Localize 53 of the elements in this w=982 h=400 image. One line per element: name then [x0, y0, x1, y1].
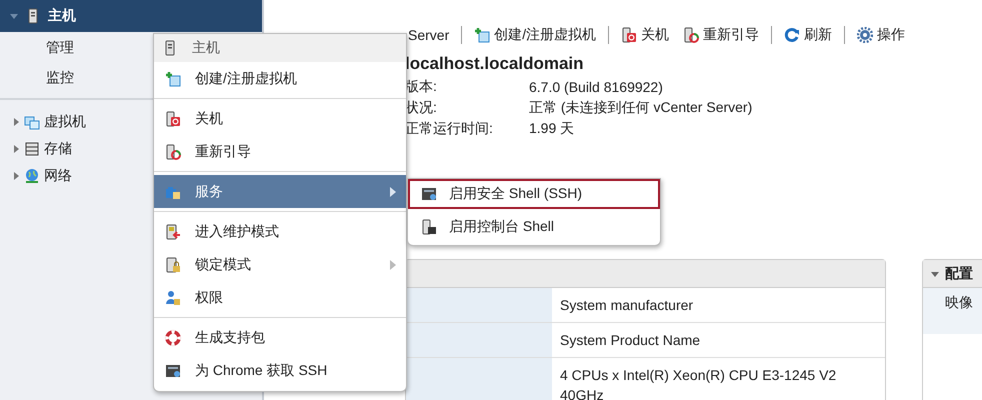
vmadd-icon	[474, 27, 490, 43]
lock-icon	[165, 256, 181, 272]
lifebuoy-icon	[165, 330, 181, 346]
toolbar-button[interactable]: Server	[408, 27, 450, 43]
menu-item[interactable]: 为 Chrome 获取 SSH	[154, 354, 406, 387]
menu-item[interactable]: 启用控制台 Shell	[408, 212, 660, 242]
property-value: 1.99 天	[529, 120, 574, 138]
panel-header[interactable]: 配置	[923, 260, 982, 288]
collapse-arrow-icon[interactable]	[10, 12, 18, 20]
table-cell-text: 4 CPUs x Intel(R) Xeon(R) CPU E3-1245 V2 40GHz	[559, 366, 838, 400]
expand-arrow-icon[interactable]	[12, 144, 20, 152]
expand-arrow-icon[interactable]	[12, 172, 20, 180]
submenu-arrow-icon	[390, 186, 396, 196]
sidebar-item[interactable]: 主机	[0, 0, 262, 32]
toolbar-button[interactable]: 关机	[621, 26, 670, 44]
expand-arrow-icon[interactable]	[12, 118, 20, 126]
menu-item[interactable]: 权限	[154, 281, 406, 314]
toolbar-button[interactable]: 重新引导	[683, 26, 760, 44]
table-cell-text: System Product Name	[559, 331, 702, 350]
reboot-icon	[165, 144, 181, 160]
menu-item[interactable]: 重新引导	[154, 135, 406, 168]
vms-icon	[24, 114, 40, 130]
submenu-arrow-icon	[390, 260, 396, 270]
power-icon	[165, 110, 181, 126]
console-icon	[421, 219, 437, 235]
collapse-arrow-icon[interactable]	[931, 270, 939, 278]
menu-item[interactable]: 锁定模式	[154, 248, 406, 281]
menu-item[interactable]: 进入维护模式	[154, 215, 406, 248]
storage-icon	[24, 140, 40, 156]
property-value: 正常 (未连接到任何 vCenter Server)	[529, 98, 752, 116]
power-icon	[621, 27, 638, 43]
terminal-icon	[421, 186, 437, 202]
maintenance-icon	[165, 224, 181, 240]
user-icon	[165, 290, 181, 306]
menu-item[interactable]: 生成支持包	[154, 321, 406, 354]
menu-item[interactable]: 创建/注册虚拟机	[154, 62, 406, 95]
toolbar-button[interactable]: 创建/注册虚拟机	[474, 26, 596, 44]
menu-header: 主机	[154, 34, 406, 62]
property-value: 6.7.0 (Build 8169922)	[529, 78, 663, 94]
menu-item[interactable]: 启用安全 Shell (SSH)	[408, 179, 660, 209]
gear-icon	[857, 27, 874, 43]
globe-icon	[24, 168, 40, 184]
menu-item[interactable]: 服务	[154, 175, 406, 208]
config-row: 映像	[923, 288, 982, 334]
menu-item[interactable]: 关机	[154, 102, 406, 135]
terminal-icon	[165, 362, 181, 378]
refresh-icon	[784, 27, 800, 43]
toolbar-button[interactable]: 刷新	[784, 26, 832, 44]
vmadd-icon	[165, 70, 181, 86]
table-cell-text: System manufacturer	[559, 296, 694, 315]
reboot-icon	[683, 27, 700, 43]
toolbar-button[interactable]: 操作	[857, 26, 906, 44]
host-title: localhost.localdomain	[405, 54, 585, 74]
